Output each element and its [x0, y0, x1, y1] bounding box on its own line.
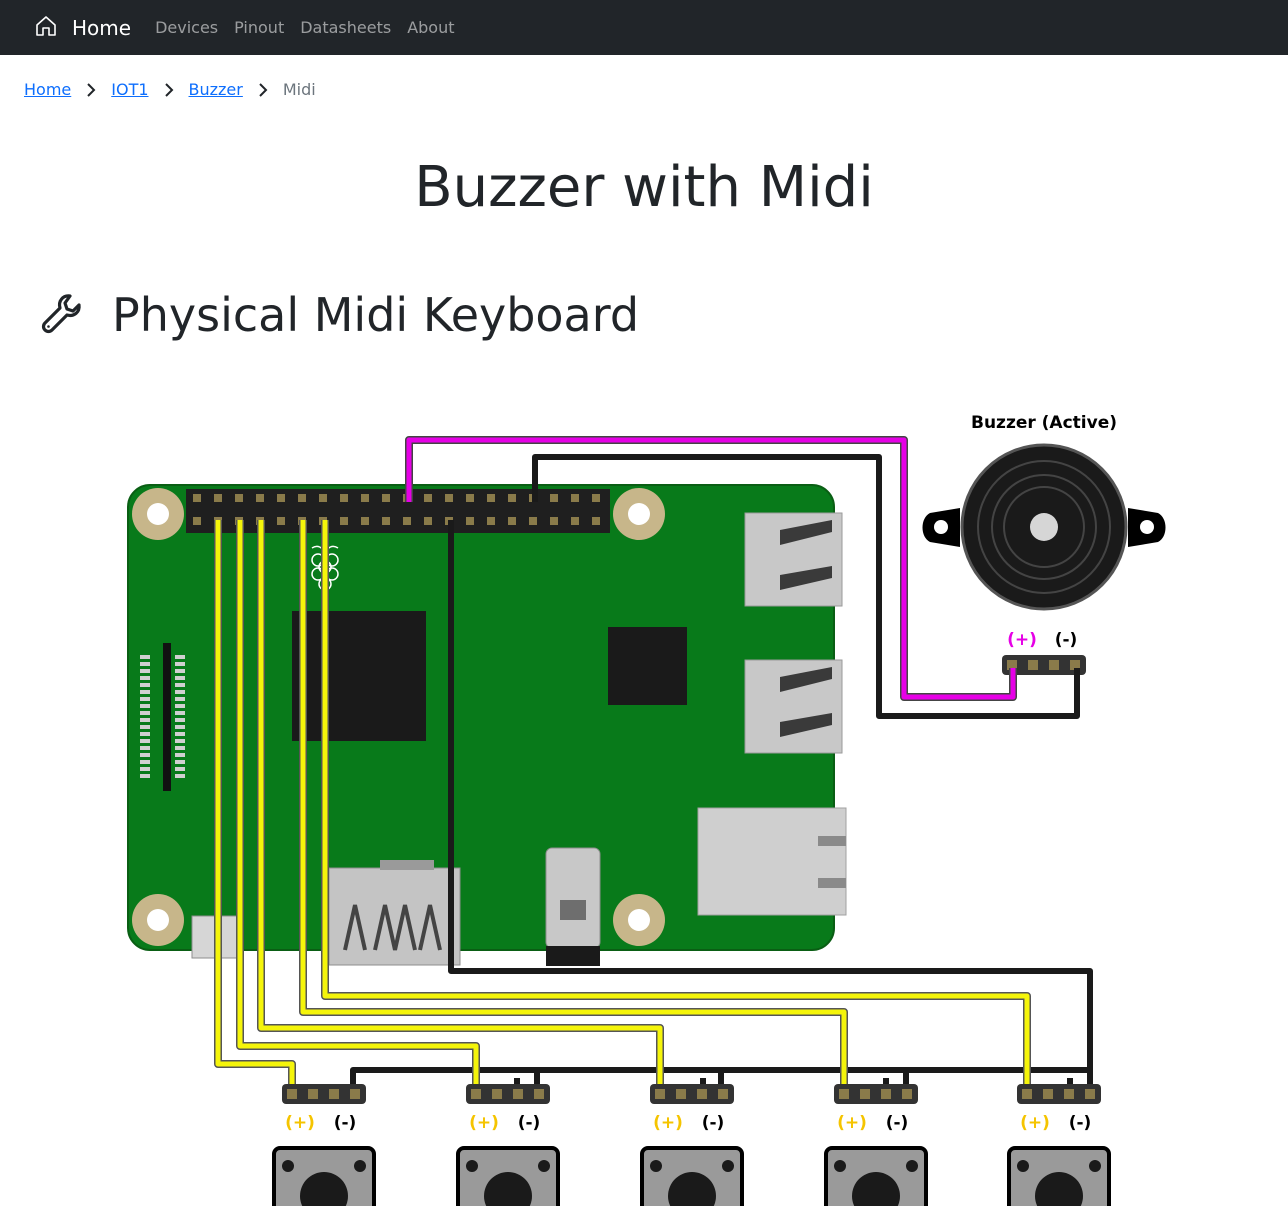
- button-plus-label: (+): [837, 1113, 867, 1133]
- gpio-pin: [445, 494, 453, 502]
- navbar-brand-label: Home: [72, 15, 132, 40]
- gpio-pin: [550, 517, 558, 525]
- button-minus-label: (-): [334, 1113, 357, 1133]
- soc-chip: [292, 611, 426, 741]
- gpio-pin: [529, 517, 537, 525]
- button-plus-label: (+): [285, 1113, 315, 1133]
- usb-port-bottom: [744, 659, 843, 754]
- gpio-pin: [424, 517, 432, 525]
- breadcrumb-home[interactable]: Home: [24, 80, 71, 99]
- circuit-diagram: Buzzer (Active) (+) (-) (+) (-) (+) (-) (+)(…: [0, 390, 1288, 1210]
- wrench-icon: [40, 290, 86, 340]
- nav-link-about[interactable]: About: [399, 18, 462, 37]
- nav-link-devices[interactable]: Devices: [147, 18, 226, 37]
- gpio-pin: [424, 494, 432, 502]
- gpio-pin: [193, 517, 201, 525]
- breadcrumb-active-midi: Midi: [282, 80, 316, 99]
- nav-link-datasheets[interactable]: Datasheets: [292, 18, 399, 37]
- section-title: Physical Midi Keyboard: [112, 288, 640, 342]
- house-icon: [34, 14, 58, 42]
- button-minus-label: (-): [1069, 1113, 1092, 1133]
- gpio-pin: [235, 494, 243, 502]
- gpio-pin: [340, 494, 348, 502]
- breadcrumb-iot1[interactable]: IOT1: [111, 80, 148, 99]
- gpio-pin: [382, 494, 390, 502]
- gpio-pin: [592, 517, 600, 525]
- gpio-pin: [487, 517, 495, 525]
- buzzer-plus-label: (+): [1007, 630, 1037, 650]
- nav-link-pinout[interactable]: Pinout: [226, 18, 292, 37]
- push-buttons: (+) (-) (+) (-) (+) (-) (+) (-) (+) (-): [272, 1084, 1111, 1210]
- button-plus-label: (+): [469, 1113, 499, 1133]
- push-button-3: (+) (-): [640, 1084, 744, 1210]
- push-button-2: (+) (-): [456, 1084, 560, 1210]
- push-button-4: (+) (-): [824, 1084, 928, 1210]
- gpio-pin: [508, 494, 516, 502]
- ethernet-port: [697, 807, 847, 916]
- gpio-pin: [466, 494, 474, 502]
- gpio-pin: [340, 517, 348, 525]
- page-title: Buzzer with Midi: [414, 155, 874, 220]
- gpio-pin: [571, 517, 579, 525]
- gpio-pin: [277, 517, 285, 525]
- chevron-right-icon: [149, 82, 189, 98]
- gpio-pin: [319, 494, 327, 502]
- navbar-links: Devices Pinout Datasheets About: [147, 18, 462, 37]
- navbar-brand-home[interactable]: Home: [34, 14, 131, 42]
- raspberry-pi-board: [127, 484, 847, 966]
- buzzer-minus-label: (-): [1055, 630, 1078, 650]
- buzzer-component: Buzzer (Active) (+) (-): [922, 413, 1166, 675]
- button-plus-label: (+): [653, 1113, 683, 1133]
- gpio-pin: [361, 494, 369, 502]
- gpio-pin: [508, 517, 516, 525]
- wiring-diagram: Buzzer (Active) (+) (-) (+) (-) (+) (-) (+)(…: [127, 413, 1166, 1210]
- push-button-5: (+) (-): [1007, 1084, 1111, 1210]
- usb-controller-chip: [608, 627, 687, 705]
- gpio-pin: [214, 494, 222, 502]
- buzzer-label: Buzzer (Active): [971, 413, 1117, 433]
- usb-port-top: [744, 512, 843, 607]
- gpio-pin: [466, 517, 474, 525]
- hdmi-port: [328, 860, 461, 966]
- audio-jack: [545, 847, 601, 966]
- gpio-pin: [550, 494, 558, 502]
- gpio-header: [186, 489, 610, 533]
- button-minus-label: (-): [702, 1113, 725, 1133]
- gpio-pin: [256, 494, 264, 502]
- gpio-pin: [487, 494, 495, 502]
- button-plus-label: (+): [1020, 1113, 1050, 1133]
- breadcrumb: Home IOT1 Buzzer Midi: [24, 80, 316, 99]
- breadcrumb-buzzer[interactable]: Buzzer: [189, 80, 243, 99]
- chevron-right-icon: [71, 82, 111, 98]
- gpio-pin: [277, 494, 285, 502]
- gpio-pin: [382, 517, 390, 525]
- chevron-right-icon: [243, 82, 283, 98]
- section-heading: Physical Midi Keyboard: [40, 288, 639, 342]
- gpio-pin: [592, 494, 600, 502]
- gpio-pin: [571, 494, 579, 502]
- gpio-pin: [298, 494, 306, 502]
- gpio-pin: [403, 517, 411, 525]
- button-minus-label: (-): [886, 1113, 909, 1133]
- button-minus-label: (-): [518, 1113, 541, 1133]
- gpio-pin: [193, 494, 201, 502]
- push-button-1: (+) (-): [272, 1084, 376, 1210]
- gpio-pin: [361, 517, 369, 525]
- top-navbar: Home Devices Pinout Datasheets About: [0, 0, 1288, 55]
